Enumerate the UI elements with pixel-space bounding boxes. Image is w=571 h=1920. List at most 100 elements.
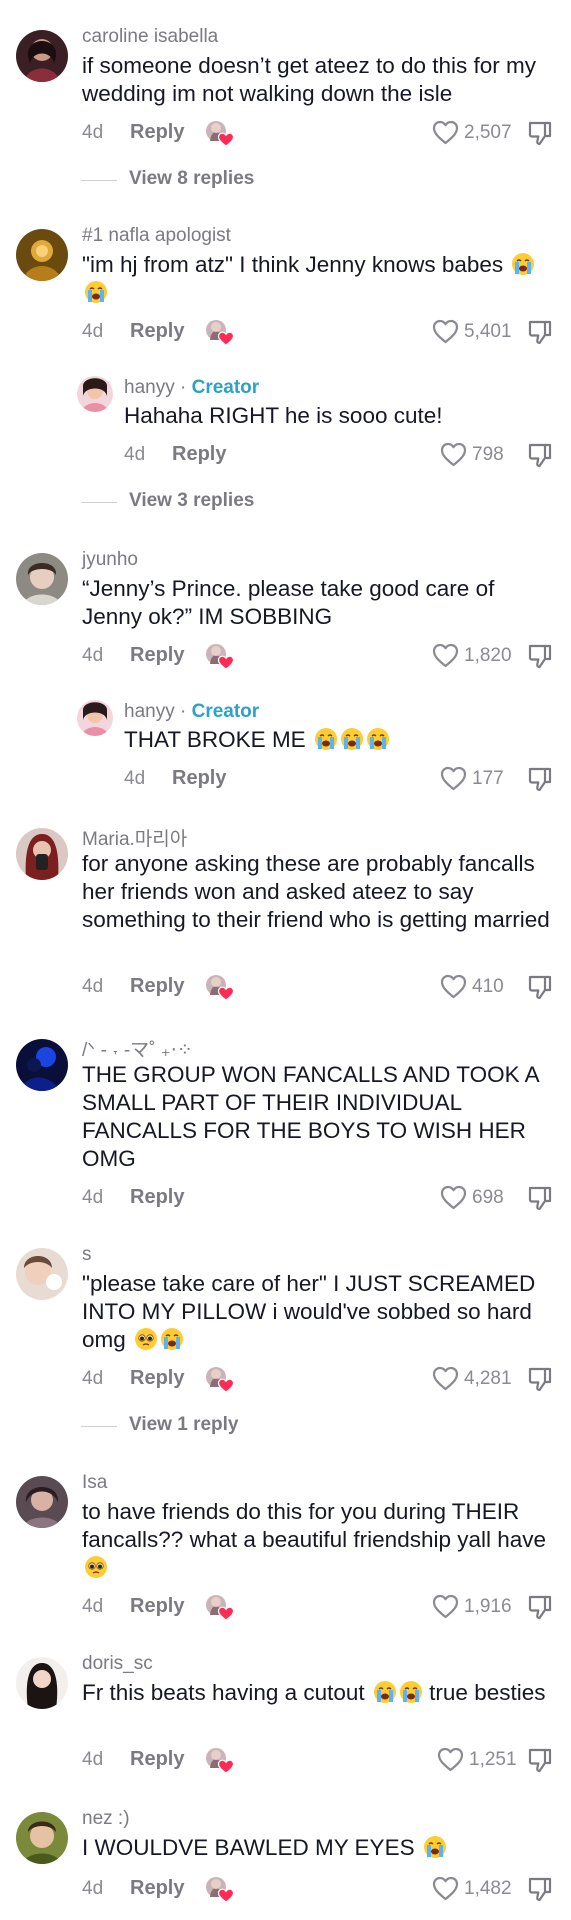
dislike-icon[interactable] xyxy=(527,1593,553,1621)
loudly-crying-face-icon xyxy=(366,727,390,751)
reply-button[interactable]: Reply xyxy=(130,1877,184,1900)
like-count: 4,281 xyxy=(464,1368,512,1389)
dislike-icon[interactable] xyxy=(527,318,553,346)
dislike-icon[interactable] xyxy=(527,441,553,469)
heart-icon xyxy=(432,1876,459,1901)
avatar[interactable] xyxy=(16,1248,68,1300)
comment-text: Hahaha RIGHT he is sooo cute! xyxy=(124,403,443,428)
comment-username[interactable]: jyunho xyxy=(82,549,138,571)
comment-text: THE GROUP WON FANCALLS AND TOOK A SMALL … xyxy=(82,1062,539,1171)
comment-username[interactable]: s xyxy=(82,1244,92,1266)
comment-date: 4d xyxy=(124,768,146,789)
like-button[interactable]: 5,401 xyxy=(432,318,512,346)
avatar[interactable] xyxy=(16,1039,68,1091)
comment-username[interactable]: #1 nafla apologist xyxy=(82,225,231,247)
like-count: 698 xyxy=(472,1187,504,1208)
comment-text: to have friends do this for you during T… xyxy=(82,1498,552,1582)
comment-item: Maria.마리아 for anyone asking these are pr… xyxy=(0,816,571,1001)
divider xyxy=(81,180,117,181)
reply-button[interactable]: Reply xyxy=(130,1595,184,1618)
like-count: 5,401 xyxy=(464,321,512,342)
avatar[interactable] xyxy=(16,1812,68,1864)
creator-liked-icon xyxy=(204,1746,235,1774)
like-button[interactable]: 410 xyxy=(440,973,510,1001)
like-count: 2,507 xyxy=(464,122,512,143)
dislike-icon[interactable] xyxy=(527,1365,553,1393)
comment-item: #1 nafla apologist "im hj from atz" I th… xyxy=(0,217,571,347)
heart-icon xyxy=(432,1366,459,1391)
like-button[interactable]: 1,482 xyxy=(432,1875,512,1903)
avatar[interactable] xyxy=(16,828,68,880)
like-button[interactable]: 798 xyxy=(440,441,510,469)
comment-item: /ᐠ - ˕ -マ˚ ₊‧⁘ THE GROUP WON FANCALLS AN… xyxy=(0,1027,571,1211)
like-button[interactable]: 4,281 xyxy=(432,1365,512,1393)
like-count: 798 xyxy=(472,444,504,465)
loudly-crying-face-icon xyxy=(399,1680,423,1704)
reply-button[interactable]: Reply xyxy=(172,443,226,466)
heart-icon xyxy=(440,766,467,791)
comment-username[interactable]: Isa xyxy=(82,1472,107,1494)
comment-text: "please take care of her" I JUST SCREAME… xyxy=(82,1271,536,1352)
comment-username[interactable]: doris_sc xyxy=(82,1653,153,1675)
reply-item: hanyy · Creator THAT BROKE ME 4d Reply 1… xyxy=(0,688,571,798)
dislike-icon[interactable] xyxy=(527,1184,553,1212)
avatar[interactable] xyxy=(16,1657,68,1709)
avatar[interactable] xyxy=(16,1476,68,1528)
comment-date: 4d xyxy=(82,645,104,666)
comment-date: 4d xyxy=(82,321,104,342)
heart-icon xyxy=(440,442,467,467)
pleading-face-icon xyxy=(84,1555,108,1579)
reply-button[interactable]: Reply xyxy=(130,975,184,998)
comment-date: 4d xyxy=(124,444,146,465)
dislike-icon[interactable] xyxy=(527,642,553,670)
like-button[interactable]: 698 xyxy=(440,1184,510,1212)
dislike-icon[interactable] xyxy=(527,1746,553,1774)
comment-text: Fr this beats having a cutout true besti… xyxy=(82,1680,546,1705)
comment-username[interactable]: nez :) xyxy=(82,1808,130,1830)
comment-text: "im hj from atz" I think Jenny knows bab… xyxy=(82,251,552,307)
creator-liked-icon xyxy=(204,119,235,147)
reply-button[interactable]: Reply xyxy=(130,1367,184,1390)
comment-username[interactable]: Maria.마리아 xyxy=(82,824,187,851)
like-button[interactable]: 1,251 xyxy=(437,1746,517,1774)
comment-item: nez :) I WOULDVE BAWLED MY EYES 4d Reply… xyxy=(0,1800,571,1915)
like-button[interactable]: 1,820 xyxy=(432,642,512,670)
creator-liked-icon xyxy=(204,1593,235,1621)
heart-icon xyxy=(440,974,467,999)
like-button[interactable]: 2,507 xyxy=(432,119,512,147)
avatar[interactable] xyxy=(77,700,113,736)
comment-text: if someone doesn’t get ateez to do this … xyxy=(82,53,536,106)
loudly-crying-face-icon xyxy=(314,727,338,751)
dislike-icon[interactable] xyxy=(527,765,553,793)
dislike-icon[interactable] xyxy=(527,973,553,1001)
creator-badge: Creator xyxy=(191,701,260,722)
dislike-icon[interactable] xyxy=(527,119,553,147)
reply-button[interactable]: Reply xyxy=(130,1186,184,1209)
reply-item: hanyy · Creator Hahaha RIGHT he is sooo … xyxy=(0,364,571,514)
avatar[interactable] xyxy=(16,553,68,605)
dislike-icon[interactable] xyxy=(527,1875,553,1903)
reply-button[interactable]: Reply xyxy=(130,121,184,144)
comment-username[interactable]: /ᐠ - ˕ -マ˚ ₊‧⁘ xyxy=(82,1035,193,1062)
comment-username[interactable]: caroline isabella xyxy=(82,26,218,48)
avatar[interactable] xyxy=(16,30,68,82)
comment-date: 4d xyxy=(82,976,104,997)
divider xyxy=(81,1426,117,1427)
divider xyxy=(81,502,117,503)
like-button[interactable]: 1,916 xyxy=(432,1593,512,1621)
heart-icon xyxy=(432,120,459,145)
comment-username[interactable]: hanyy · Creator xyxy=(124,377,259,399)
like-count: 410 xyxy=(472,976,504,997)
comment-username[interactable]: hanyy · Creator xyxy=(124,701,259,723)
creator-liked-icon xyxy=(204,1365,235,1393)
reply-button[interactable]: Reply xyxy=(130,644,184,667)
reply-button[interactable]: Reply xyxy=(130,320,184,343)
like-button[interactable]: 177 xyxy=(440,765,510,793)
comment-item: s "please take care of her" I JUST SCREA… xyxy=(0,1236,571,1436)
comment-text: THAT BROKE ME xyxy=(124,726,544,754)
comment-date: 4d xyxy=(82,1878,104,1899)
reply-button[interactable]: Reply xyxy=(172,767,226,790)
avatar[interactable] xyxy=(16,229,68,281)
avatar[interactable] xyxy=(77,376,113,412)
reply-button[interactable]: Reply xyxy=(130,1748,184,1771)
